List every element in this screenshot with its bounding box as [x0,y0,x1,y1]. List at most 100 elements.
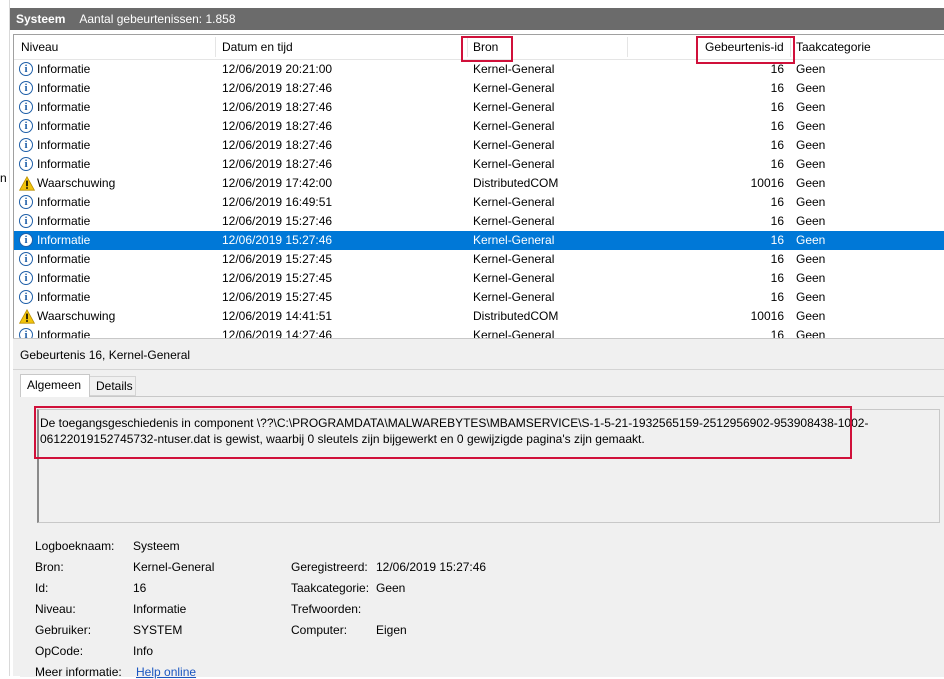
event-datetime: 12/06/2019 14:41:51 [222,309,333,323]
event-source: DistributedCOM [473,309,559,323]
event-level: Informatie [37,271,91,285]
event-level: Informatie [37,138,91,152]
event-source: Kernel-General [473,271,555,285]
info-icon: i [19,138,35,154]
label-task-category: Taakcategorie: [291,581,370,595]
value-user: SYSTEM [133,623,183,637]
event-level: Informatie [37,214,91,228]
highlight-box-source [461,36,513,62]
event-level: Informatie [37,195,91,209]
value-source: Kernel-General [133,560,215,574]
event-datetime: 12/06/2019 15:27:45 [222,290,333,304]
event-source: Kernel-General [473,81,555,95]
event-row[interactable]: i Informatie 12/06/2019 15:27:45 Kernel-Gen… [14,269,944,288]
event-datetime: 12/06/2019 18:27:46 [222,119,333,133]
event-category: Geen [796,62,826,76]
event-level: Informatie [37,233,91,247]
event-category: Geen [796,271,826,285]
event-id: 10016 [750,176,784,190]
event-category: Geen [796,290,826,304]
label-keywords: Trefwoorden: [291,602,362,616]
event-row[interactable]: i Informatie 12/06/2019 18:27:46 Kernel-Gen… [14,79,944,98]
event-row[interactable]: i Informatie 12/06/2019 16:49:51 Kernel-Gen… [14,193,944,212]
event-id: 16 [770,81,784,95]
event-category: Geen [796,309,826,323]
event-row[interactable]: i Informatie 12/06/2019 20:21:00 Kernel-Gen… [14,60,944,79]
event-datetime: 12/06/2019 15:27:46 [222,214,333,228]
event-datetime: 12/06/2019 15:27:46 [222,233,333,247]
tab-details[interactable]: Details [90,376,136,396]
event-category: Geen [796,157,826,171]
event-category: Geen [796,81,826,95]
value-logged: 12/06/2019 15:27:46 [376,560,487,574]
event-id: 16 [770,252,784,266]
event-row[interactable]: i Informatie 12/06/2019 15:27:46 Kernel-Gen… [14,212,944,231]
value-log-name: Systeem [133,539,180,553]
event-id: 16 [770,195,784,209]
general-tab-panel: De toegangsgeschiedenis in component \??… [20,396,944,679]
column-header-category[interactable]: Taakcategorie [796,35,871,59]
event-level: Informatie [37,252,91,266]
event-source: DistributedCOM [473,176,559,190]
event-category: Geen [796,214,826,228]
info-icon: i [19,271,35,287]
column-header-datetime[interactable]: Datum en tijd [222,35,293,59]
event-row-selected[interactable]: i Informatie 12/06/2019 15:27:46 Kernel-Gen… [14,231,944,250]
highlight-box-event-id [696,36,795,64]
event-level: Informatie [37,62,91,76]
column-header-level[interactable]: Niveau [21,35,58,59]
label-computer: Computer: [291,623,348,637]
event-row[interactable]: i Informatie 12/06/2019 18:27:46 Kernel-Gen… [14,98,944,117]
event-row[interactable]: i Informatie 12/06/2019 15:27:45 Kernel-Gen… [14,250,944,269]
left-pane-edge: n [0,0,10,676]
warning-icon [18,308,36,325]
event-id: 16 [770,138,784,152]
event-level: Informatie [37,290,91,304]
detail-title: Gebeurtenis 16, Kernel-General [20,348,191,362]
event-row[interactable]: i Informatie 12/06/2019 18:27:46 Kernel-Gen… [14,136,944,155]
event-level: Informatie [37,81,91,95]
value-opcode: Info [133,644,154,658]
event-row[interactable]: i Informatie 12/06/2019 18:27:46 Kernel-Gen… [14,117,944,136]
event-category: Geen [796,252,826,266]
info-icon: i [19,62,35,78]
event-list[interactable]: Niveau Datum en tijd Bron Gebeurtenis-id… [13,34,944,340]
event-detail-pane: Gebeurtenis 16, Kernel-General Algemeen … [13,342,944,679]
info-icon: i [19,214,35,230]
tab-general[interactable]: Algemeen [20,374,90,397]
help-online-link[interactable]: Help online [136,665,196,679]
label-level: Niveau: [35,602,76,616]
label-id: Id: [35,581,49,595]
event-datetime: 12/06/2019 18:27:46 [222,138,333,152]
event-source: Kernel-General [473,252,555,266]
value-task-category: Geen [376,581,406,595]
label-logged: Geregistreerd: [291,560,368,574]
event-level: Waarschuwing [37,176,116,190]
event-source: Kernel-General [473,233,555,247]
info-icon: i [19,81,35,97]
info-icon: i [19,252,35,268]
event-row[interactable]: i Informatie 12/06/2019 15:27:45 Kernel-Gen… [14,288,944,307]
event-source: Kernel-General [473,214,555,228]
event-id: 16 [770,271,784,285]
log-header-bar: Systeem Aantal gebeurtenissen: 1.858 [10,8,944,30]
event-datetime: 12/06/2019 15:27:45 [222,271,333,285]
event-level: Waarschuwing [37,309,116,323]
event-category: Geen [796,176,826,190]
event-row[interactable]: Waarschuwing 12/06/2019 14:41:51 Distribut… [14,307,944,326]
event-source: Kernel-General [473,290,555,304]
column-separator[interactable] [627,37,628,57]
event-datetime: 12/06/2019 16:49:51 [222,195,333,209]
event-source: Kernel-General [473,119,555,133]
value-computer: Eigen [376,623,407,637]
event-source: Kernel-General [473,62,555,76]
event-row[interactable]: Waarschuwing 12/06/2019 17:42:00 Distribut… [14,174,944,193]
event-rows: i Informatie 12/06/2019 20:21:00 Kernel-Gen… [14,60,944,339]
event-row[interactable]: i Informatie 12/06/2019 18:27:46 Kernel-Gen… [14,155,944,174]
event-datetime: 12/06/2019 18:27:46 [222,81,333,95]
label-source: Bron: [35,560,64,574]
label-log-name: Logboeknaam: [35,539,115,553]
event-category: Geen [796,119,826,133]
event-source: Kernel-General [473,157,555,171]
column-separator[interactable] [215,37,216,57]
